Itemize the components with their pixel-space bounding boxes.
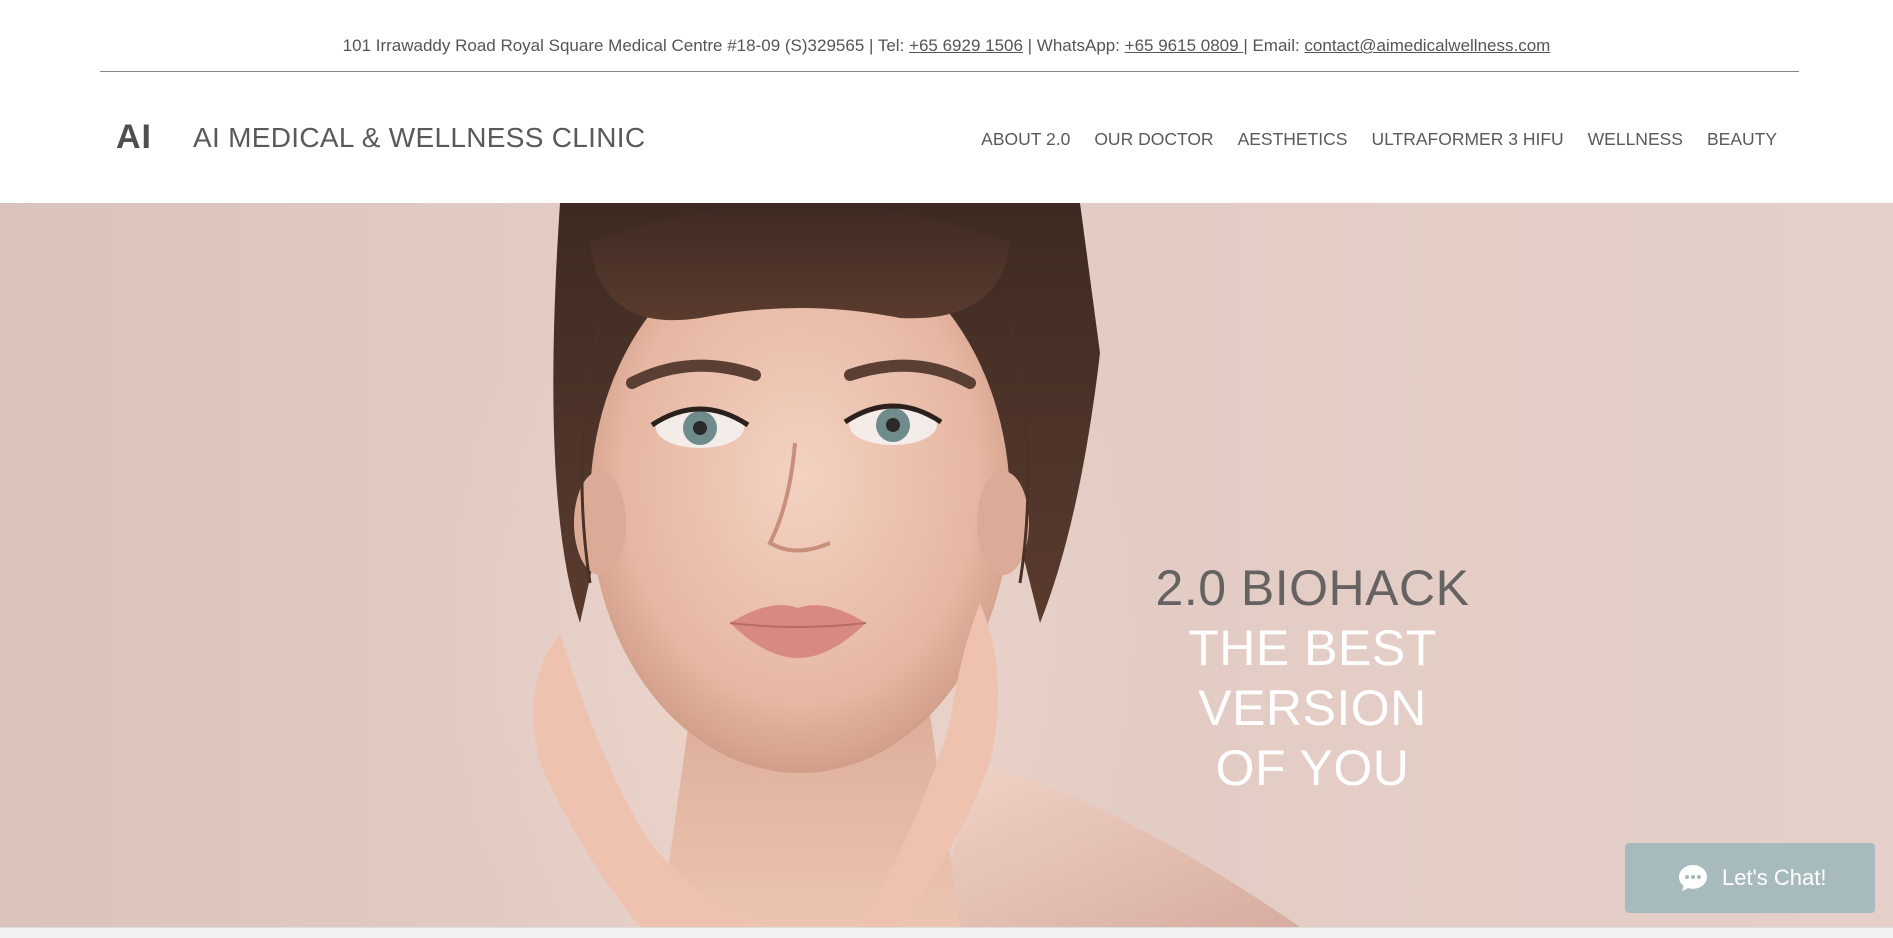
whatsapp-prefix: | WhatsApp:: [1022, 36, 1125, 55]
page-bottom-divider: [0, 927, 1893, 928]
nav-item-our-doctor[interactable]: OUR DOCTOR: [1082, 128, 1225, 150]
contact-address: 101 Irrawaddy Road Royal Square Medical …: [342, 36, 910, 55]
hero-title-line-2: THE BEST VERSION: [1188, 620, 1437, 736]
hero-title-line-3: OF YOU: [1215, 740, 1410, 796]
nav-item-beauty[interactable]: BEAUTY: [1695, 128, 1789, 150]
email-prefix: | Email:: [1243, 36, 1305, 55]
chat-label: Let's Chat!: [1722, 865, 1827, 890]
whatsapp-link[interactable]: +65 9615 0809: [1125, 36, 1244, 55]
tel-link[interactable]: +65 6929 1506: [909, 36, 1023, 55]
page-bottom-strip: [0, 927, 1893, 938]
portrait-photo: [533, 203, 1300, 927]
hero-title-line-1: 2.0 BIOHACK: [1155, 560, 1470, 616]
nav-item-about[interactable]: ABOUT 2.0: [969, 128, 1082, 150]
logo[interactable]: AI: [116, 118, 152, 157]
lets-chat-button[interactable]: Let's Chat!: [1625, 843, 1875, 913]
main-nav: ABOUT 2.0 OUR DOCTOR AESTHETICS ULTRAFOR…: [969, 128, 1789, 150]
site-title[interactable]: AI MEDICAL & WELLNESS CLINIC: [193, 122, 645, 154]
nav-item-ultraformer[interactable]: ULTRAFORMER 3 HIFU: [1359, 128, 1575, 150]
hero-headline: 2.0 BIOHACK THE BEST VERSION OF YOU: [1080, 558, 1545, 798]
contact-bar: 101 Irrawaddy Road Royal Square Medical …: [0, 0, 1893, 72]
contact-info: 101 Irrawaddy Road Royal Square Medical …: [0, 36, 1893, 56]
hero-banner: 2.0 BIOHACK THE BEST VERSION OF YOU: [0, 203, 1893, 927]
site-header: AI AI MEDICAL & WELLNESS CLINIC ABOUT 2.…: [0, 72, 1893, 203]
nav-item-wellness[interactable]: WELLNESS: [1576, 128, 1695, 150]
chat-bubble-icon: [1679, 865, 1707, 891]
nav-item-aesthetics[interactable]: AESTHETICS: [1226, 128, 1360, 150]
email-link[interactable]: contact@aimedicalwellness.com: [1304, 36, 1550, 55]
